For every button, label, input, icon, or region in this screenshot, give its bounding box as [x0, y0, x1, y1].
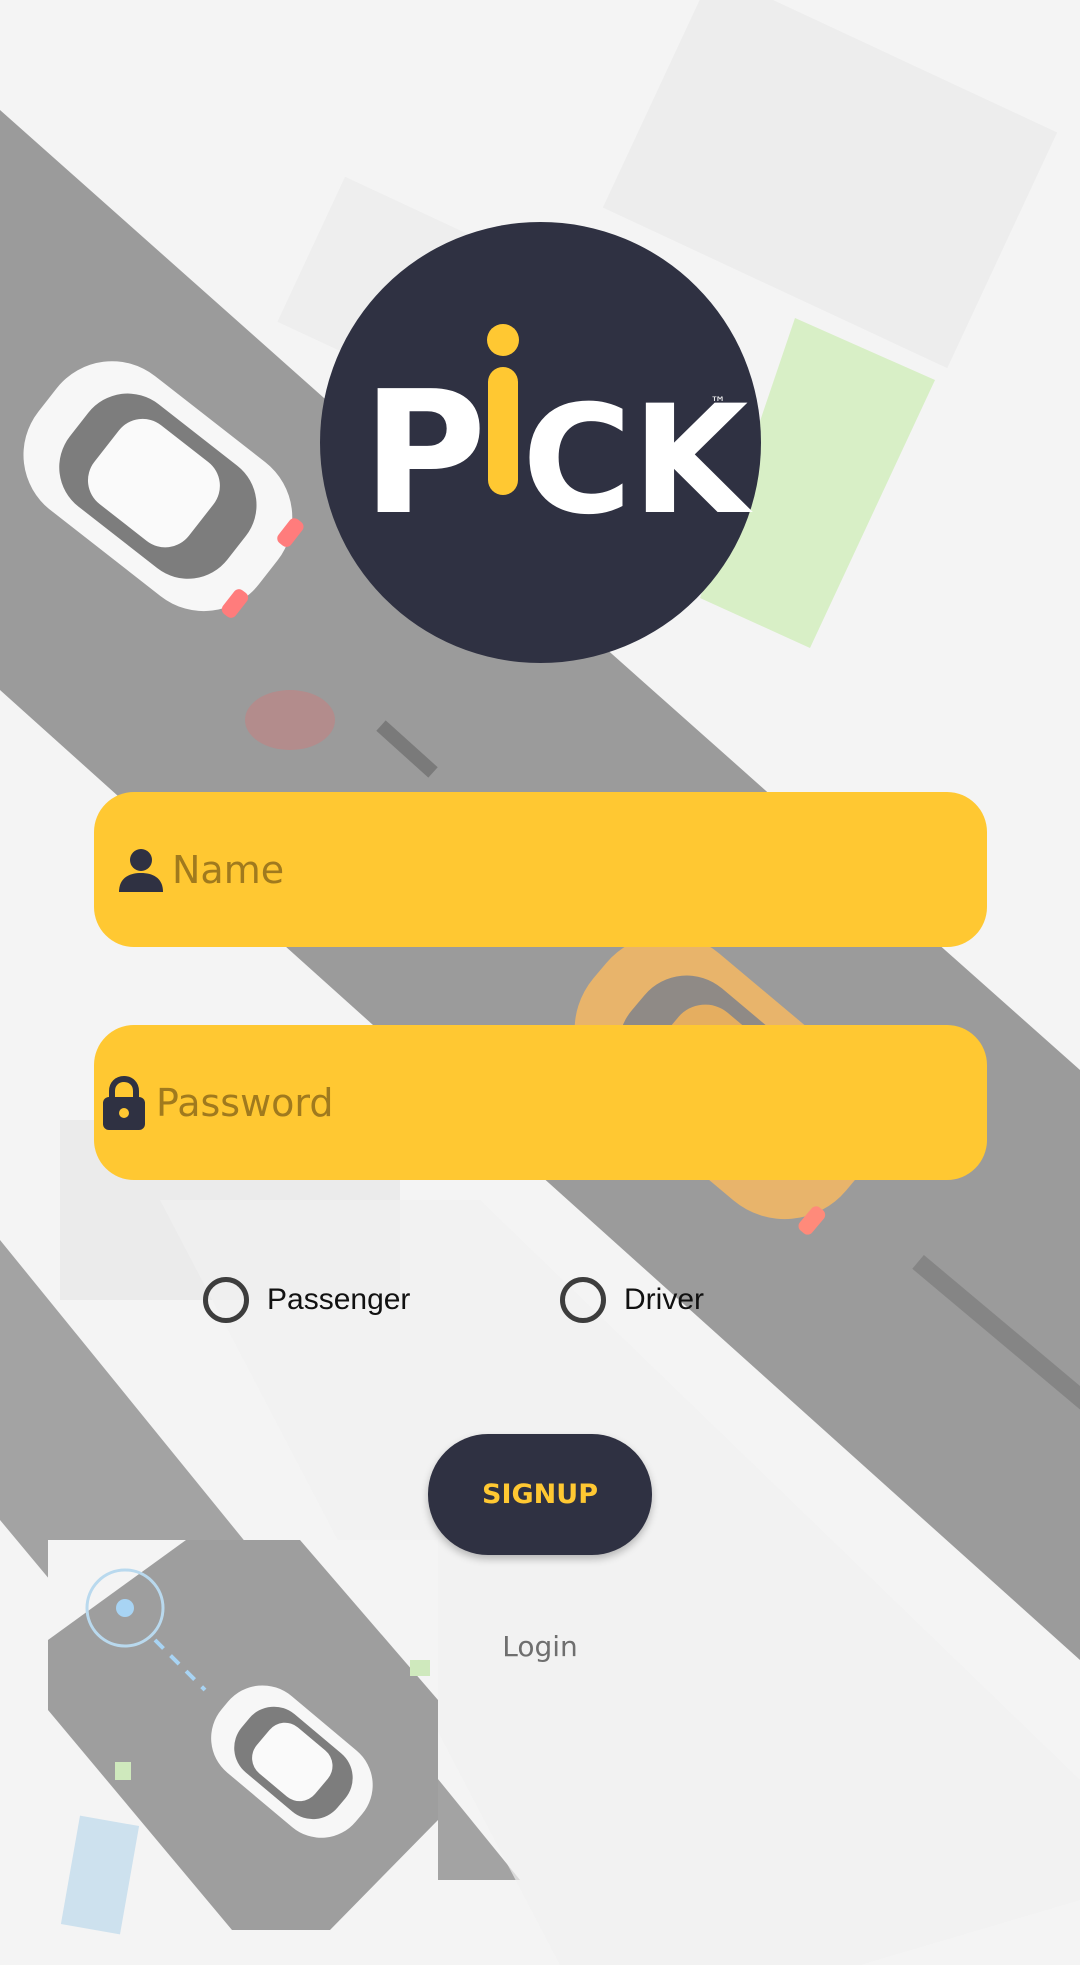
radio-button-passenger[interactable]: [203, 1277, 249, 1323]
person-icon: [116, 792, 166, 947]
lock-icon: [102, 1025, 146, 1180]
radio-driver[interactable]: Driver: [560, 1272, 704, 1328]
inset-map-image: [48, 1540, 438, 1935]
pick-logo-mark: P CK ™: [362, 324, 753, 553]
radio-label-passenger: Passenger: [267, 1283, 411, 1316]
password-input[interactable]: [156, 1025, 916, 1180]
signup-button[interactable]: SIGNUP: [428, 1434, 652, 1555]
radio-label-driver: Driver: [624, 1283, 704, 1316]
login-link[interactable]: Login: [440, 1630, 640, 1663]
pick-logo: P CK ™: [320, 222, 761, 663]
logo-i-dot: [487, 324, 519, 356]
logo-trademark: ™: [710, 393, 726, 412]
radio-passenger[interactable]: Passenger: [203, 1272, 410, 1328]
name-field[interactable]: [94, 792, 987, 947]
password-field[interactable]: [94, 1025, 987, 1180]
logo-letter-p: P: [362, 355, 487, 553]
name-input[interactable]: [172, 792, 932, 947]
logo-i-stem: [488, 367, 518, 495]
radio-button-driver[interactable]: [560, 1277, 606, 1323]
